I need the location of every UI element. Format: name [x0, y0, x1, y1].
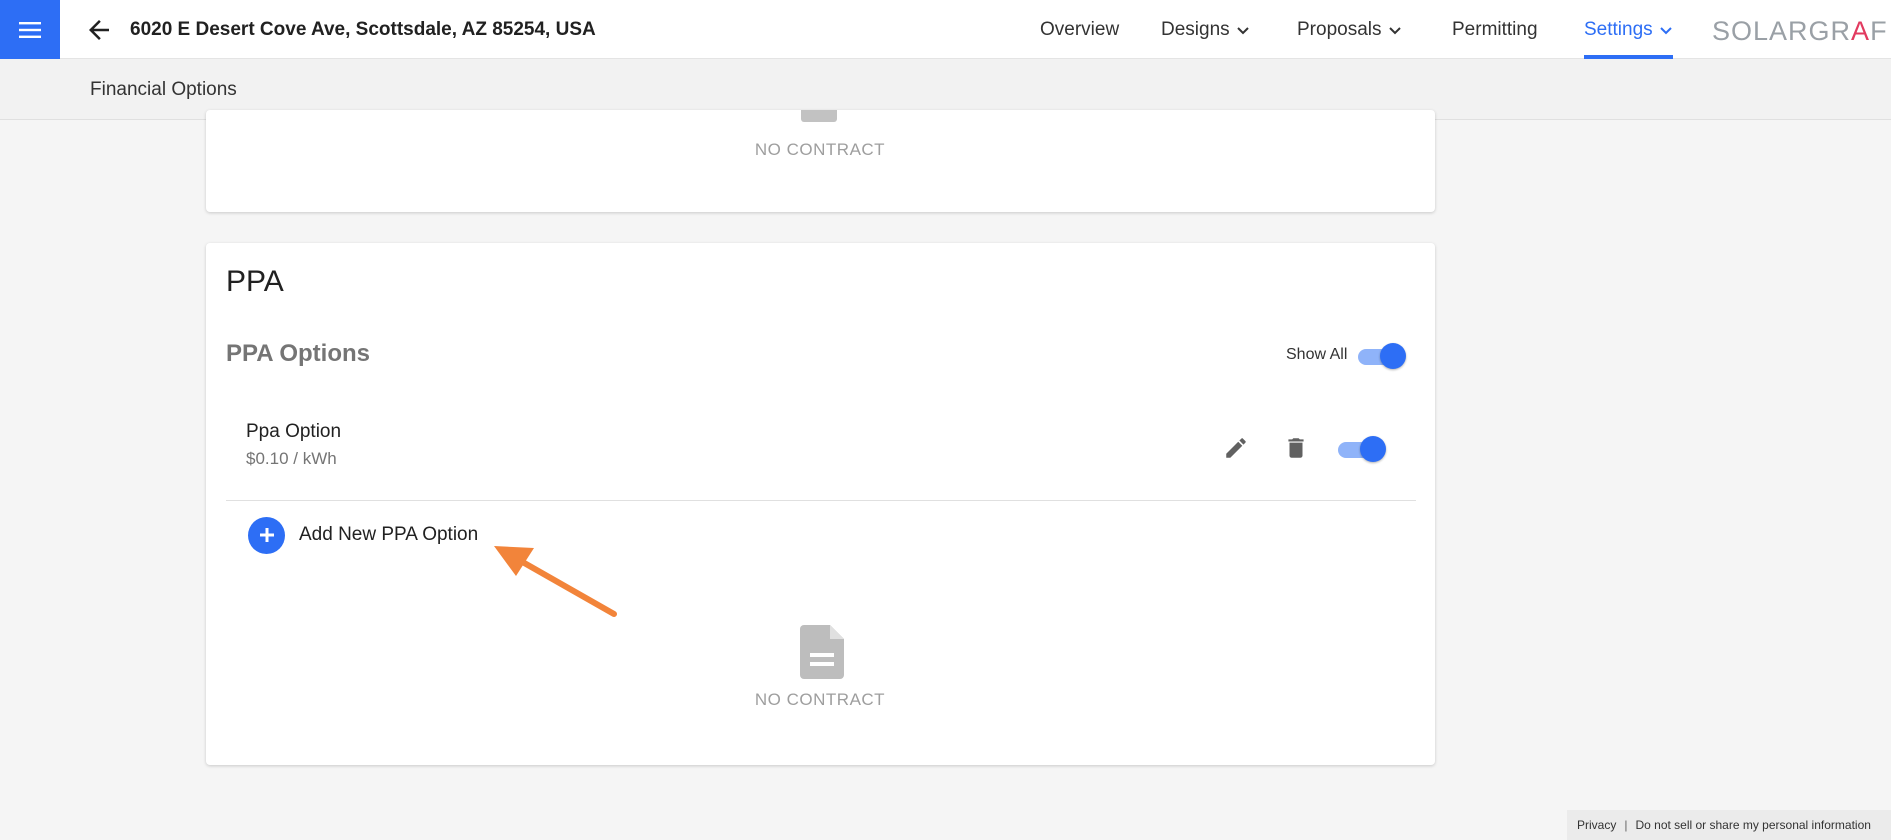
edit-button[interactable] [1221, 433, 1251, 463]
previous-option-card: NO CONTRACT [206, 110, 1435, 212]
nav-label: Settings [1584, 18, 1653, 40]
menu-icon [19, 21, 41, 38]
solargraf-logo: SOLARGRAF [1712, 16, 1888, 46]
privacy-link[interactable]: Privacy [1577, 818, 1616, 832]
nav-label: Overview [1040, 18, 1120, 40]
footer-separator: | [1624, 818, 1628, 832]
project-address: 6020 E Desert Cove Ave, Scottsdale, AZ 8… [130, 19, 596, 40]
page-title: Financial Options [90, 79, 237, 100]
show-all-label: Show All [1286, 346, 1348, 363]
ppa-option-toggle[interactable] [1338, 436, 1386, 462]
nav-settings[interactable]: Settings [1584, 0, 1673, 59]
pencil-icon [1226, 438, 1246, 458]
ppa-options-title: PPA Options [226, 340, 370, 367]
no-contract-label: NO CONTRACT [754, 690, 886, 709]
ppa-heading: PPA [226, 265, 284, 298]
no-contract-label: NO CONTRACT [754, 140, 886, 159]
ppa-card: PPA PPA Options Show All Ppa Option $0.1… [206, 243, 1435, 765]
plus-icon [248, 516, 285, 554]
nav-label: Permitting [1452, 18, 1538, 40]
menu-button[interactable] [0, 0, 60, 59]
annotation-arrow [494, 546, 617, 617]
nav-permitting[interactable]: Permitting [1452, 0, 1538, 59]
chevron-down-icon [1236, 26, 1249, 34]
add-new-ppa-option-label: Add New PPA Option [299, 524, 479, 545]
chevron-down-icon [1659, 26, 1672, 34]
add-new-ppa-option-button[interactable]: Add New PPA Option [248, 515, 478, 555]
nav-designs[interactable]: Designs [1161, 0, 1250, 59]
footer-links: Privacy | Do not sell or share my person… [1567, 810, 1891, 840]
top-bar: 6020 E Desert Cove Ave, Scottsdale, AZ 8… [0, 0, 1891, 59]
back-button[interactable] [84, 15, 116, 45]
nav-overview[interactable]: Overview [1040, 0, 1119, 59]
chevron-down-icon [1388, 26, 1401, 34]
nav-proposals[interactable]: Proposals [1297, 0, 1402, 59]
back-arrow-icon [89, 20, 109, 40]
nav-label: Proposals [1297, 18, 1382, 40]
nav-label: Designs [1161, 18, 1230, 40]
ppa-option-price: $0.10 / kWh [246, 449, 337, 468]
show-all-toggle[interactable] [1358, 343, 1406, 369]
do-not-sell-link[interactable]: Do not sell or share my personal informa… [1635, 818, 1870, 832]
document-icon [801, 110, 837, 122]
trash-icon [1288, 438, 1304, 458]
ppa-option-name: Ppa Option [246, 421, 342, 442]
ppa-option-row: Ppa Option $0.10 / kWh [226, 403, 1416, 501]
delete-button[interactable] [1281, 433, 1311, 463]
document-icon [800, 625, 844, 679]
